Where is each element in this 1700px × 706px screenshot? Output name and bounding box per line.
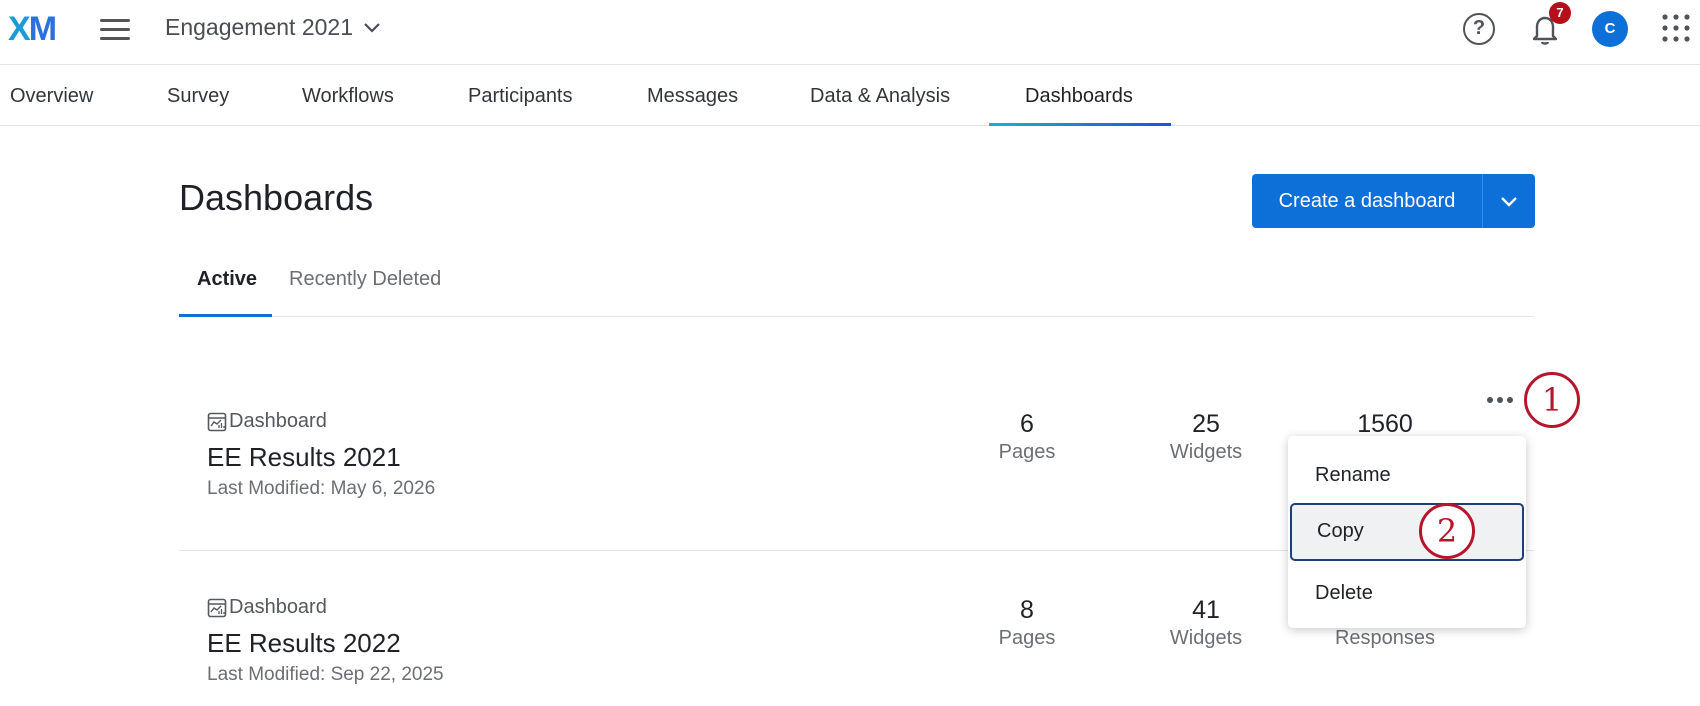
project-name: Engagement 2021 bbox=[165, 14, 353, 40]
menu-item-copy[interactable]: Copy bbox=[1290, 503, 1524, 561]
last-modified: Last Modified: May 6, 2026 bbox=[207, 478, 436, 499]
widgets-stat: 41 Widgets bbox=[1136, 596, 1276, 650]
dashboard-name[interactable]: EE Results 2021 bbox=[207, 442, 401, 473]
top-bar: XM Engagement 2021 ? 7 C bbox=[0, 0, 1700, 64]
step-callout-2: 2 bbox=[1419, 503, 1475, 559]
subtab-active-indicator bbox=[179, 314, 272, 317]
widgets-count: 41 bbox=[1192, 596, 1220, 624]
last-modified: Last Modified: Sep 22, 2025 bbox=[207, 664, 444, 685]
options-menu: Rename Copy Delete bbox=[1288, 436, 1526, 628]
create-dashboard-dropdown-button[interactable] bbox=[1483, 174, 1535, 228]
logo-m: M bbox=[28, 10, 57, 48]
pages-count: 8 bbox=[1020, 596, 1034, 624]
widgets-label: Widgets bbox=[1169, 441, 1243, 463]
app-grid-icon[interactable] bbox=[1662, 14, 1690, 42]
dashboard-icon bbox=[207, 598, 227, 617]
dashboard-type: Dashboard bbox=[207, 410, 327, 433]
xm-logo[interactable]: XM bbox=[8, 10, 57, 49]
subtab-recently-deleted[interactable]: Recently Deleted bbox=[289, 268, 441, 291]
subtabs-divider bbox=[179, 316, 1534, 317]
chevron-down-icon bbox=[1501, 197, 1517, 207]
dashboard-name[interactable]: EE Results 2022 bbox=[207, 628, 401, 659]
tab-dashboards[interactable]: Dashboards bbox=[1025, 65, 1133, 126]
create-dashboard-button[interactable]: Create a dashboard bbox=[1252, 174, 1482, 228]
notification-badge: 7 bbox=[1549, 2, 1571, 24]
tab-overview[interactable]: Overview bbox=[10, 65, 93, 126]
tab-messages[interactable]: Messages bbox=[647, 65, 738, 126]
project-selector[interactable]: Engagement 2021 bbox=[165, 14, 381, 41]
widgets-count: 25 bbox=[1192, 410, 1220, 438]
hamburger-menu-icon[interactable] bbox=[100, 17, 130, 43]
logo-x: X bbox=[8, 10, 31, 48]
tab-survey[interactable]: Survey bbox=[167, 65, 229, 126]
menu-item-rename[interactable]: Rename bbox=[1288, 447, 1526, 503]
widgets-label: Widgets bbox=[1169, 627, 1243, 649]
responses-stat: 1560 bbox=[1315, 410, 1455, 439]
more-options-icon[interactable] bbox=[1484, 390, 1516, 410]
pages-stat: 8 Pages bbox=[957, 596, 1097, 650]
subtab-active[interactable]: Active bbox=[197, 268, 257, 291]
pages-stat: 6 Pages bbox=[957, 410, 1097, 464]
step-callout-1: 1 bbox=[1524, 372, 1580, 428]
button-divider bbox=[1482, 174, 1483, 228]
responses-count: 1560 bbox=[1357, 410, 1413, 438]
responses-stat: Responses bbox=[1315, 625, 1455, 650]
tab-workflows[interactable]: Workflows bbox=[302, 65, 394, 126]
pages-count: 6 bbox=[1020, 410, 1034, 438]
dashboard-icon bbox=[207, 412, 227, 431]
project-nav: Overview Survey Workflows Participants M… bbox=[0, 64, 1700, 126]
avatar[interactable]: C bbox=[1592, 11, 1628, 47]
pages-label: Pages bbox=[998, 627, 1056, 649]
dashboard-type-label: Dashboard bbox=[229, 596, 327, 618]
chevron-down-icon bbox=[364, 22, 380, 33]
widgets-stat: 25 Widgets bbox=[1136, 410, 1276, 464]
page-title: Dashboards bbox=[179, 177, 374, 218]
responses-label: Responses bbox=[1334, 627, 1436, 649]
dashboard-type-label: Dashboard bbox=[229, 410, 327, 432]
tab-participants[interactable]: Participants bbox=[468, 65, 573, 126]
pages-label: Pages bbox=[998, 441, 1056, 463]
tab-data-analysis[interactable]: Data & Analysis bbox=[810, 65, 950, 126]
help-icon[interactable]: ? bbox=[1463, 13, 1495, 45]
menu-item-delete[interactable]: Delete bbox=[1288, 565, 1526, 621]
dashboard-type: Dashboard bbox=[207, 596, 327, 619]
active-tab-indicator bbox=[989, 123, 1171, 126]
